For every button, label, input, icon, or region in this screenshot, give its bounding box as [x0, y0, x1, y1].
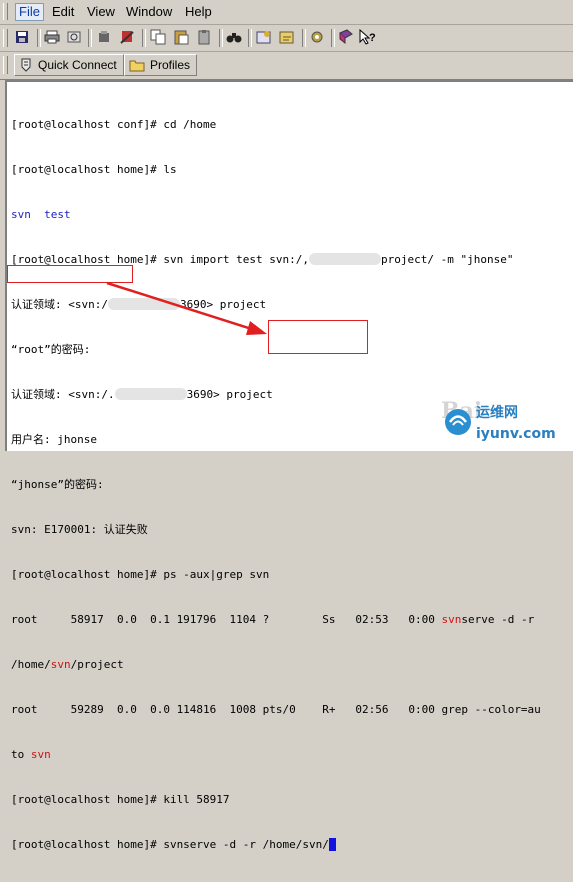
profile-icon[interactable] — [278, 28, 296, 46]
book-icon[interactable] — [337, 28, 355, 46]
watermark-brand: 运维网 — [476, 404, 518, 421]
terminal-line: svn: E170001: 认证失败 — [11, 523, 148, 536]
gear-icon[interactable] — [308, 28, 326, 46]
quick-connect-icon — [21, 58, 31, 72]
toolbar-separator — [331, 29, 335, 47]
menu-edit[interactable]: Edit — [49, 4, 77, 20]
paste-icon[interactable] — [172, 28, 190, 46]
menu-file[interactable]: File — [15, 3, 44, 21]
toolbar-grip — [3, 29, 8, 47]
profiles-label: Profiles — [150, 58, 191, 72]
terminal-pane[interactable]: [root@localhost conf]# cd /home [root@lo… — [5, 80, 573, 851]
toolbar-separator — [302, 29, 306, 47]
terminal-line: [root@localhost home]# kill 58917 — [11, 793, 230, 806]
terminal-line: to svn — [11, 748, 51, 761]
disconnect-icon[interactable] — [95, 28, 113, 46]
menu-window[interactable]: Window — [123, 4, 175, 20]
quick-connect-label: Quick Connect — [38, 58, 117, 72]
terminal-cursor — [328, 838, 336, 851]
terminal-line: root 59289 0.0 0.0 114816 1008 pts/0 R+ … — [11, 703, 541, 716]
iyunv-logo: 运维网 iyunv.com — [445, 404, 556, 442]
copy-icon[interactable] — [149, 28, 167, 46]
menu-view[interactable]: View — [84, 4, 118, 20]
toolbar-separator — [248, 29, 252, 47]
toolbar-separator — [88, 29, 92, 47]
folder-icon — [129, 60, 145, 72]
help-cursor-icon[interactable]: ? — [358, 28, 376, 46]
quick-connect-button[interactable]: Quick Connect — [14, 54, 124, 76]
binoculars-icon[interactable] — [225, 28, 243, 46]
clipboard-icon[interactable] — [195, 28, 213, 46]
menu-help[interactable]: Help — [182, 4, 215, 20]
watermark-url: iyunv.com — [476, 426, 556, 442]
toolbar-separator — [219, 29, 223, 47]
svg-text:?: ? — [369, 32, 376, 44]
terminal-line: /home/svn/project — [11, 658, 124, 671]
print-icon[interactable] — [43, 28, 61, 46]
menubar-grip — [3, 3, 8, 20]
toolbar-separator — [37, 29, 41, 47]
save-icon[interactable] — [13, 28, 31, 46]
terminal-line: root 58917 0.0 0.1 191796 1104 ? Ss 02:5… — [11, 613, 535, 626]
toolbar: ? — [0, 25, 573, 52]
toolbar2-grip — [3, 56, 8, 74]
quick-connect-bar: Quick Connect Profiles — [0, 52, 573, 80]
connect-icon[interactable] — [118, 28, 136, 46]
find-icon[interactable] — [65, 28, 83, 46]
settings-icon[interactable] — [255, 28, 273, 46]
terminal-line: [root@localhost home]# ps -aux|grep svn — [11, 568, 270, 581]
profiles-button[interactable]: Profiles — [124, 54, 198, 76]
terminal-line: [root@localhost home]# svnserve -d -r /h… — [11, 837, 541, 852]
toolbar-separator — [142, 29, 146, 47]
terminal-line: “jhonse”的密码: — [11, 478, 104, 491]
menu-bar: File Edit View Window Help — [0, 0, 573, 25]
